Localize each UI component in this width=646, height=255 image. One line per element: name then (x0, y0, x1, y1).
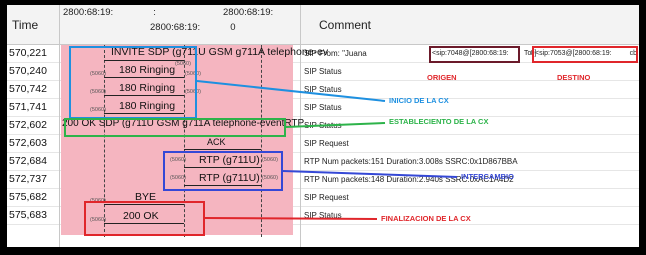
sip-flow-panel: Time 2800:68:19:: 2800:68:19:cb 2800:68:… (7, 5, 639, 247)
establecimiento-label: ESTABLECIENTO DE LA CX (389, 117, 489, 126)
intercambio-label: INTERCAMBIO (461, 172, 514, 181)
finalizacion-label: FINALIZACION DE LA CX (381, 214, 471, 223)
origen-label: ORIGEN (427, 73, 457, 82)
destino-label: DESTINO (557, 73, 591, 82)
annotation-connectors (196, 80, 458, 220)
inicio-label: INICIO DE LA CX (389, 96, 449, 105)
